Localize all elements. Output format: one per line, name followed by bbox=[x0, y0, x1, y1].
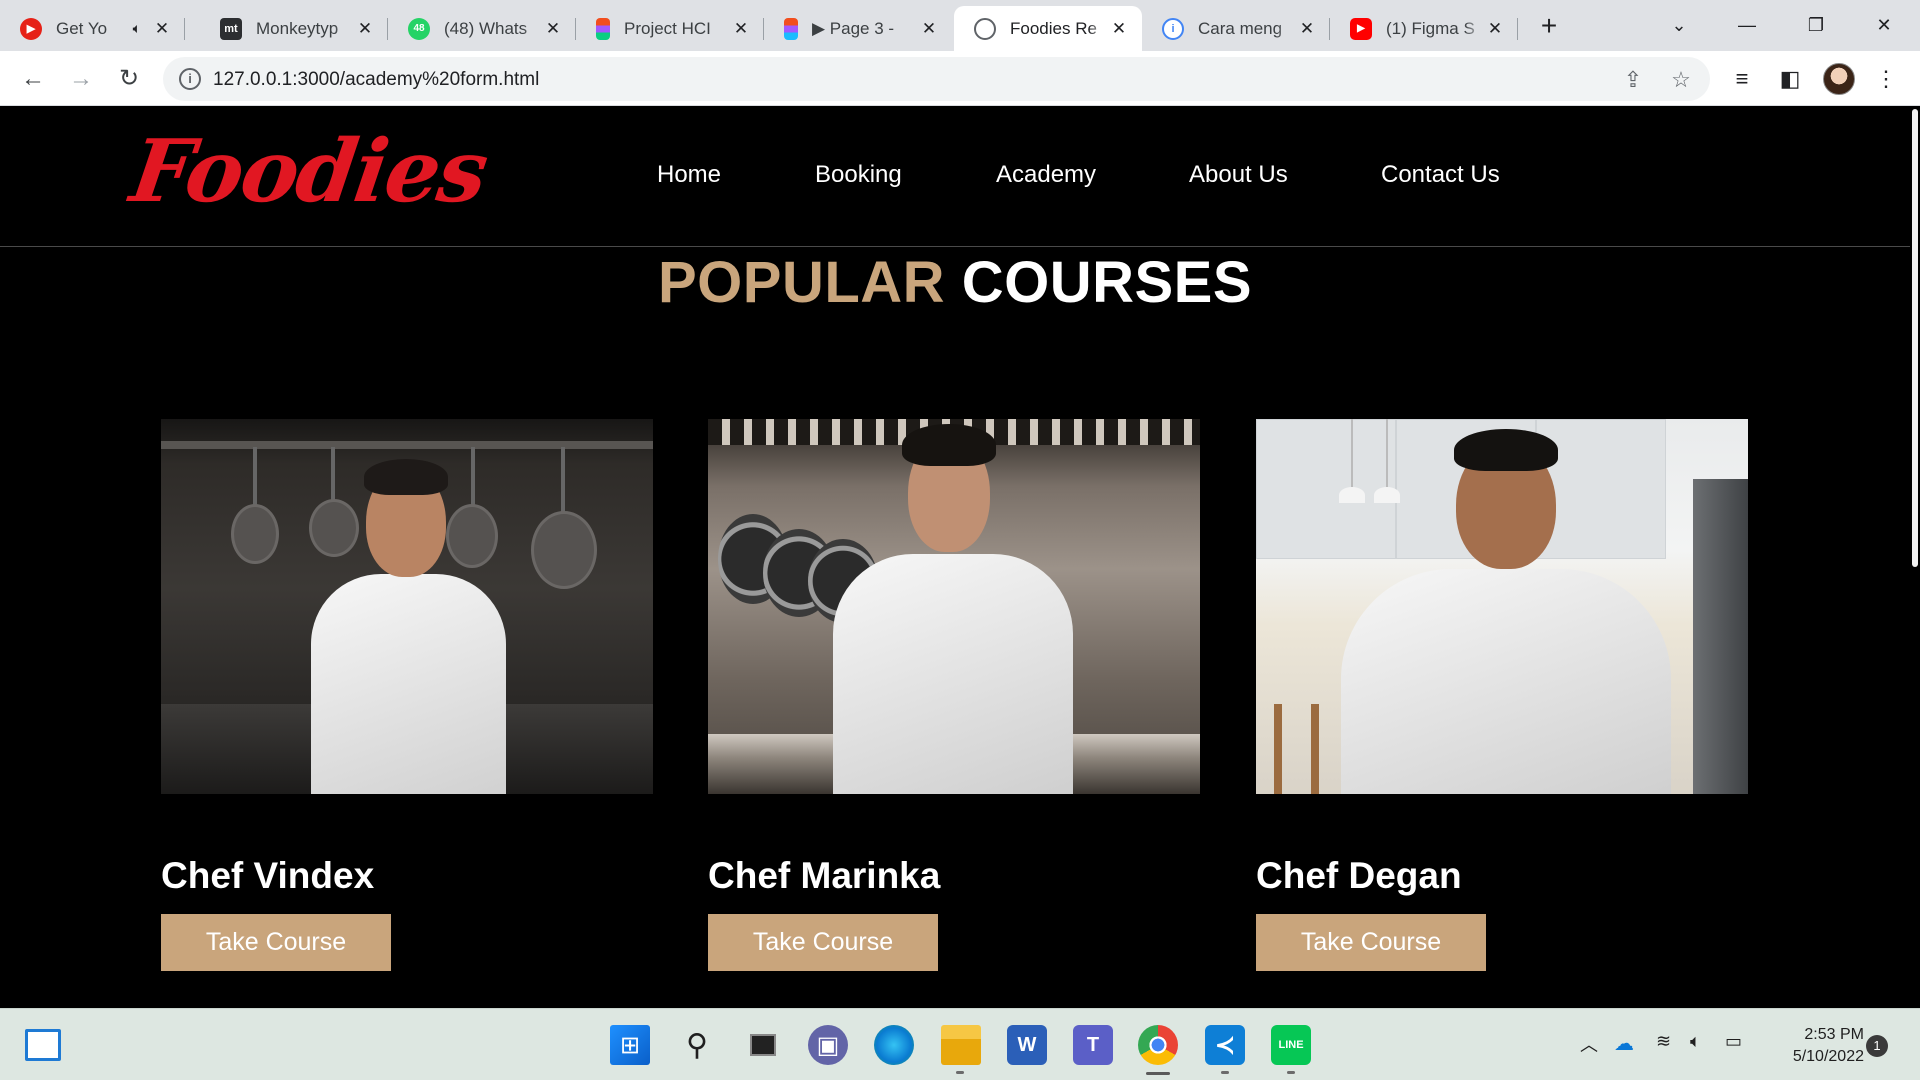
course-card: Chef Vindex Take Course bbox=[161, 419, 653, 971]
bookmark-star-icon[interactable]: ☆ bbox=[1668, 67, 1694, 93]
chef-photo bbox=[708, 419, 1200, 794]
close-tab-icon[interactable]: ✕ bbox=[1108, 18, 1130, 40]
onedrive-icon[interactable]: ☁ bbox=[1614, 1031, 1634, 1056]
chef-name: Chef Vindex bbox=[161, 855, 375, 896]
side-panel-icon[interactable]: ◧ bbox=[1775, 64, 1805, 94]
new-tab-button[interactable]: + bbox=[1535, 12, 1563, 41]
nav-about-us[interactable]: About Us bbox=[1189, 161, 1288, 189]
browser-tab[interactable]: 48 (48) Whats ✕ bbox=[388, 6, 576, 51]
close-tab-icon[interactable]: ✕ bbox=[151, 18, 173, 40]
take-course-button[interactable]: Take Course bbox=[161, 914, 391, 971]
browser-tab[interactable]: ▶ Page 3 - ✕ bbox=[764, 6, 952, 51]
speaker-icon[interactable]: 🔈︎ bbox=[133, 20, 141, 37]
close-tab-icon[interactable]: ✕ bbox=[918, 18, 940, 40]
youtube-icon: ▶ bbox=[1350, 17, 1372, 40]
tab-search-icon[interactable]: ⌄ bbox=[1663, 10, 1695, 40]
nav-academy[interactable]: Academy bbox=[996, 161, 1096, 189]
clock-date: 5/10/2022 bbox=[1792, 1048, 1864, 1065]
edge-icon[interactable] bbox=[874, 1025, 914, 1065]
back-icon[interactable]: ← bbox=[16, 62, 50, 96]
globe-icon bbox=[974, 17, 996, 40]
monkeytype-icon: mt bbox=[220, 17, 242, 40]
chevron-up-icon[interactable]: ︿ bbox=[1580, 1031, 1598, 1057]
take-course-button[interactable]: Take Course bbox=[1256, 914, 1486, 971]
close-tab-icon[interactable]: ✕ bbox=[354, 18, 376, 40]
browser-toolbar: ← → ↻ i 127.0.0.1:3000/academy%20form.ht… bbox=[0, 51, 1920, 106]
whatsapp-icon: 48 bbox=[408, 17, 430, 40]
page-title-accent: POPULAR bbox=[657, 250, 946, 315]
search-icon[interactable]: ⚲ bbox=[677, 1025, 717, 1065]
nav-booking[interactable]: Booking bbox=[815, 161, 902, 189]
battery-icon[interactable]: ▭ bbox=[1725, 1031, 1742, 1052]
site-header: Foodies Home Booking Academy About Us Co… bbox=[0, 107, 1910, 247]
file-explorer-icon[interactable] bbox=[941, 1025, 981, 1065]
wifi-icon[interactable]: ≋ bbox=[1656, 1031, 1671, 1052]
tab-title: Foodies Re bbox=[1010, 18, 1097, 38]
volume-icon[interactable]: 🔈︎ bbox=[1690, 1031, 1701, 1052]
line-icon[interactable]: LINE bbox=[1271, 1025, 1311, 1065]
notification-badge[interactable]: 1 bbox=[1866, 1035, 1888, 1057]
browser-tab-active[interactable]: Foodies Re ✕ bbox=[954, 6, 1142, 51]
address-bar[interactable]: i 127.0.0.1:3000/academy%20form.html ⇪ ☆ bbox=[163, 57, 1710, 101]
chrome-icon[interactable] bbox=[1138, 1025, 1178, 1065]
chat-icon[interactable]: ▣ bbox=[808, 1025, 848, 1065]
chef-photo bbox=[1256, 419, 1748, 794]
reading-list-icon[interactable]: ≡ bbox=[1727, 64, 1757, 94]
page-scrollbar[interactable] bbox=[1910, 107, 1920, 1008]
word-icon[interactable]: W bbox=[1007, 1025, 1047, 1065]
tab-title: Cara meng bbox=[1198, 18, 1283, 38]
system-clock[interactable]: 2:53 PM 5/10/2022 bbox=[1764, 1024, 1864, 1068]
vscode-icon[interactable]: ≺ bbox=[1205, 1025, 1245, 1065]
browser-tab-strip: ▶ Get Yo 🔈︎ ✕ mt Monkeytyp ✕ 48 (48) Wha… bbox=[0, 0, 1920, 51]
chef-name: Chef Marinka bbox=[708, 855, 941, 896]
course-card: Chef Degan Take Course bbox=[1256, 419, 1748, 971]
menu-kebab-icon[interactable]: ⋮ bbox=[1871, 64, 1901, 94]
site-info-icon[interactable]: i bbox=[179, 68, 201, 90]
youtube-music-icon: ▶ bbox=[20, 17, 42, 40]
tab-title: Get Yo bbox=[56, 18, 108, 38]
page-title: POPULAR COURSES bbox=[0, 249, 1910, 316]
close-tab-icon[interactable]: ✕ bbox=[1484, 18, 1506, 40]
nav-home[interactable]: Home bbox=[657, 161, 721, 189]
figma-icon bbox=[596, 17, 610, 40]
tab-title: (48) Whats bbox=[444, 18, 528, 38]
browser-tab[interactable]: mt Monkeytyp ✕ bbox=[200, 6, 388, 51]
task-view-icon[interactable] bbox=[743, 1025, 783, 1065]
browser-tab[interactable]: i Cara meng ✕ bbox=[1142, 6, 1330, 51]
close-tab-icon[interactable]: ✕ bbox=[1296, 18, 1318, 40]
course-card: Chef Marinka Take Course bbox=[708, 419, 1200, 971]
foodies-logo[interactable]: Foodies bbox=[125, 121, 492, 222]
browser-tab[interactable]: Project HCI ✕ bbox=[576, 6, 764, 51]
windows-taskbar: ⊞ ⚲ ▣ W T ≺ LINE ︿ ☁ ≋ 🔈︎ ▭ 2:53 PM 5/10… bbox=[0, 1008, 1920, 1080]
clock-time: 2:53 PM bbox=[1804, 1026, 1864, 1043]
windows-start-icon[interactable]: ⊞ bbox=[610, 1025, 650, 1065]
foodies-page: Foodies Home Booking Academy About Us Co… bbox=[0, 107, 1920, 1008]
info-site-icon: i bbox=[1162, 17, 1184, 40]
profile-avatar[interactable] bbox=[1823, 63, 1855, 95]
close-tab-icon[interactable]: ✕ bbox=[542, 18, 564, 40]
tab-title: ▶ Page 3 - bbox=[812, 18, 895, 38]
url-text[interactable]: 127.0.0.1:3000/academy%20form.html bbox=[213, 69, 539, 91]
page-title-rest: COURSES bbox=[961, 250, 1253, 315]
tab-title: Project HCI bbox=[624, 18, 711, 38]
teams-icon[interactable]: T bbox=[1073, 1025, 1113, 1065]
chef-name: Chef Degan bbox=[1256, 855, 1462, 896]
tab-title: Monkeytyp bbox=[256, 18, 339, 38]
chef-photo bbox=[161, 419, 653, 794]
close-tab-icon[interactable]: ✕ bbox=[730, 18, 752, 40]
reload-icon[interactable]: ↻ bbox=[112, 62, 146, 96]
widgets-icon[interactable] bbox=[25, 1029, 61, 1061]
close-window-icon[interactable]: ✕ bbox=[1868, 10, 1900, 40]
nav-contact-us[interactable]: Contact Us bbox=[1381, 161, 1500, 189]
browser-tab[interactable]: ▶ Get Yo 🔈︎ ✕ bbox=[0, 6, 185, 51]
browser-tab[interactable]: ▶ (1) Figma S ✕ bbox=[1330, 6, 1518, 51]
figma-icon bbox=[784, 17, 798, 40]
minimize-icon[interactable]: — bbox=[1731, 10, 1763, 40]
share-icon[interactable]: ⇪ bbox=[1620, 67, 1646, 93]
take-course-button[interactable]: Take Course bbox=[708, 914, 938, 971]
restore-icon[interactable]: ❐ bbox=[1800, 10, 1832, 40]
tab-title: (1) Figma S bbox=[1386, 18, 1475, 38]
forward-icon[interactable]: → bbox=[64, 62, 98, 96]
